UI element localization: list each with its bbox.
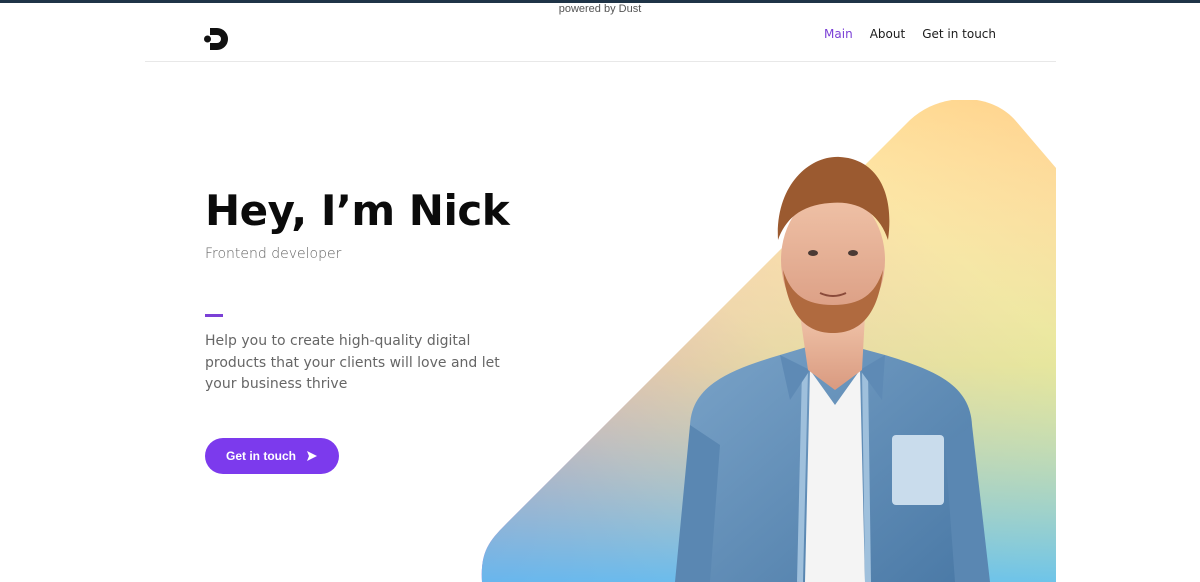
nav-about-link[interactable]: About <box>870 27 905 41</box>
site-header: Main About Get in touch <box>145 18 1056 62</box>
powered-by-text: powered by Dust <box>558 3 642 15</box>
portrait-photo <box>675 156 990 582</box>
nav-main-link[interactable]: Main <box>824 27 853 41</box>
send-arrow-icon <box>307 451 317 461</box>
cta-label: Get in touch <box>226 449 296 463</box>
accent-divider <box>205 314 223 317</box>
nav-contact-link[interactable]: Get in touch <box>922 27 996 41</box>
get-in-touch-button[interactable]: Get in touch <box>205 438 339 474</box>
hero-visual <box>470 100 1056 582</box>
logo-icon[interactable] <box>204 26 232 52</box>
main-nav: Main About Get in touch <box>824 27 996 41</box>
